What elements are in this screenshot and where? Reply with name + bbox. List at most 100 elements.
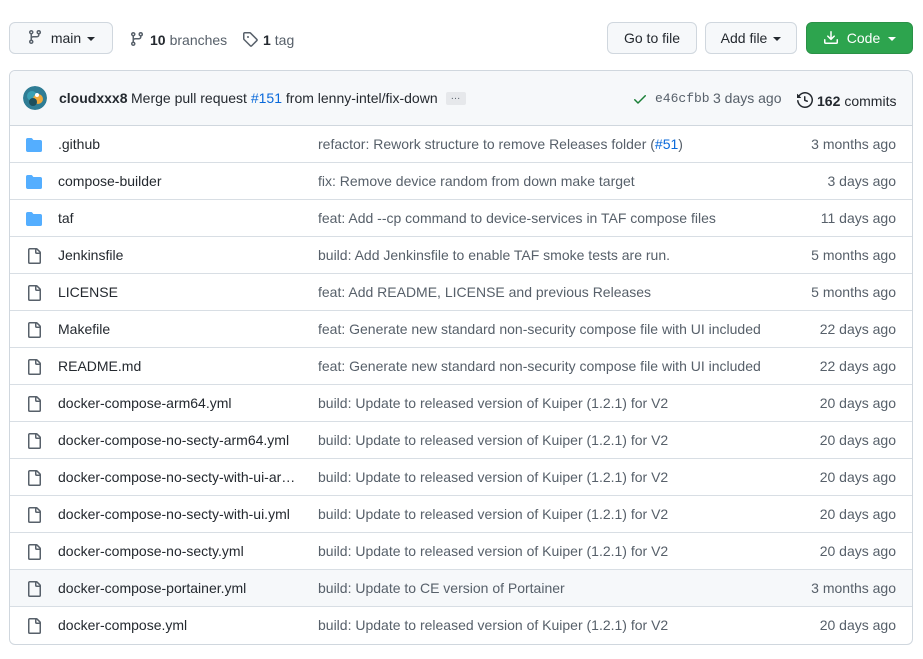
tags-link[interactable]: 1 tag xyxy=(242,29,294,50)
file-name-link[interactable]: taf xyxy=(58,210,298,226)
chevron-down-icon xyxy=(87,36,96,41)
code-button[interactable]: Code xyxy=(806,22,913,54)
file-name-link[interactable]: docker-compose-arm64.yml xyxy=(58,395,298,411)
file-commit-message[interactable]: build: Update to released version of Kui… xyxy=(318,617,668,633)
file-commit-message[interactable]: build: Update to released version of Kui… xyxy=(318,432,668,448)
file-commit-message-tail: ) xyxy=(678,136,683,152)
tag-icon xyxy=(242,31,258,50)
add-file-button[interactable]: Add file xyxy=(705,22,797,54)
file-age: 3 months ago xyxy=(811,136,896,152)
file-age: 22 days ago xyxy=(819,358,896,374)
file-age: 5 months ago xyxy=(811,284,896,300)
file-name-link[interactable]: docker-compose-no-secty-arm64.yml xyxy=(58,432,298,448)
pr-link[interactable]: #151 xyxy=(251,90,282,106)
file-icon xyxy=(26,285,42,304)
ellipsis-icon: … xyxy=(450,90,462,102)
file-row[interactable]: docker-compose-portainer.yml build: Updat… xyxy=(10,570,912,607)
folder-icon xyxy=(26,211,42,230)
file-age: 3 days ago xyxy=(827,173,897,189)
file-age: 20 days ago xyxy=(819,506,896,522)
file-row[interactable]: LICENSE feat: Add README, LICENSE and pre… xyxy=(10,274,912,311)
commit-author[interactable]: cloudxxx8 xyxy=(59,90,127,106)
file-name-link[interactable]: .github xyxy=(58,136,298,152)
file-name-link[interactable]: docker-compose.yml xyxy=(58,617,298,633)
commit-sha[interactable]: e46cfbb xyxy=(655,91,710,106)
file-name-link[interactable]: Jenkinsfile xyxy=(58,247,298,263)
tags-label: tag xyxy=(274,31,295,48)
git-branch-icon xyxy=(129,31,145,50)
file-row[interactable]: Makefile feat: Generate new standard non-… xyxy=(10,311,912,348)
file-row[interactable]: docker-compose.yml build: Update to relea… xyxy=(10,607,912,644)
file-row[interactable]: Jenkinsfile build: Add Jenkinsfile to ena… xyxy=(10,237,912,274)
file-row[interactable]: .github refactor: Rework structure to rem… xyxy=(10,126,912,163)
file-commit-message-text: build: Update to released version of Kui… xyxy=(318,506,669,522)
file-commit-message[interactable]: build: Update to released version of Kui… xyxy=(318,543,668,559)
file-age: 5 months ago xyxy=(811,247,896,263)
history-icon xyxy=(797,91,814,111)
file-commit-message[interactable]: build: Update to CE version of Portainer xyxy=(318,580,565,596)
commit-time: 3 days ago xyxy=(713,90,782,106)
tags-count: 1 xyxy=(263,31,271,48)
file-row[interactable]: compose-builder fix: Remove device random… xyxy=(10,163,912,200)
file-row[interactable]: docker-compose-arm64.yml build: Update to… xyxy=(10,385,912,422)
file-commit-message[interactable]: feat: Generate new standard non-security… xyxy=(318,358,761,374)
file-age: 3 months ago xyxy=(811,580,896,596)
file-age: 20 days ago xyxy=(819,617,896,633)
branches-label: branches xyxy=(169,31,228,48)
file-row[interactable]: docker-compose-no-secty-with-ui.yml build… xyxy=(10,496,912,533)
file-commit-message[interactable]: feat: Add README, LICENSE and previous R… xyxy=(318,284,651,300)
commit-message-suffix: from lenny-intel/fix-down xyxy=(285,90,438,106)
folder-icon xyxy=(26,137,42,156)
expand-commit-message-button[interactable]: … xyxy=(446,90,466,105)
file-name-link[interactable]: README.md xyxy=(58,358,298,374)
file-commit-message[interactable]: feat: Generate new standard non-security… xyxy=(318,321,761,337)
latest-commit-bar: cloudxxx8 Merge pull request #151 from l… xyxy=(10,71,912,126)
file-commit-message-text: build: Update to released version of Kui… xyxy=(318,432,669,448)
git-branch-icon xyxy=(27,29,43,48)
commits-history-link[interactable]: 162 commits xyxy=(797,90,896,111)
file-commit-message-text: feat: Generate new standard non-security… xyxy=(318,321,761,337)
file-name-link[interactable]: docker-compose-no-secty-with-ui.yml xyxy=(58,506,298,522)
file-commit-message-text: build: Update to released version of Kui… xyxy=(318,543,669,559)
file-row[interactable]: taf feat: Add --cp command to device-serv… xyxy=(10,200,912,237)
file-commit-message-text: feat: Add README, LICENSE and previous R… xyxy=(318,284,652,300)
download-icon xyxy=(823,30,839,49)
file-name-link[interactable]: docker-compose-portainer.yml xyxy=(58,580,298,596)
file-commit-message-text: fix: Remove device random from down make… xyxy=(318,173,635,189)
file-commit-message-text: build: Update to released version of Kui… xyxy=(318,395,669,411)
file-age: 20 days ago xyxy=(819,469,896,485)
go-to-file-button[interactable]: Go to file xyxy=(607,22,697,54)
issue-link[interactable]: #51 xyxy=(655,136,678,152)
file-row[interactable]: docker-compose-no-secty-arm64.yml build: … xyxy=(10,422,912,459)
file-commit-message[interactable]: fix: Remove device random from down make… xyxy=(318,173,635,189)
file-commit-message[interactable]: build: Update to released version of Kui… xyxy=(318,506,668,522)
file-commit-message[interactable]: build: Add Jenkinsfile to enable TAF smo… xyxy=(318,247,670,263)
file-commit-message[interactable]: feat: Add --cp command to device-service… xyxy=(318,210,716,226)
file-row[interactable]: docker-compose-no-secty.yml build: Update… xyxy=(10,533,912,570)
go-to-file-label: Go to file xyxy=(623,30,681,46)
file-icon xyxy=(26,433,42,452)
file-name-link[interactable]: docker-compose-no-secty.yml xyxy=(58,543,298,559)
file-icon xyxy=(26,396,42,415)
avatar[interactable] xyxy=(23,86,47,110)
file-commit-message[interactable]: build: Update to released version of Kui… xyxy=(318,469,668,485)
file-commit-message[interactable]: build: Update to released version of Kui… xyxy=(318,395,668,411)
file-age: 11 days ago xyxy=(820,210,896,226)
file-icon xyxy=(26,248,42,267)
commits-count: 162 xyxy=(817,92,841,109)
file-name-link[interactable]: compose-builder xyxy=(58,173,298,189)
file-name-link[interactable]: docker-compose-no-secty-with-ui-ar… xyxy=(58,469,298,485)
chevron-down-icon xyxy=(888,36,897,41)
branches-link[interactable]: 10 branches xyxy=(129,29,227,50)
file-row[interactable]: docker-compose-no-secty-with-ui-ar… build… xyxy=(10,459,912,496)
branch-select-button[interactable]: main xyxy=(9,22,113,54)
commit-message[interactable]: Merge pull request #151 from lenny-intel… xyxy=(131,90,438,106)
file-name-link[interactable]: LICENSE xyxy=(58,284,298,300)
file-commit-message[interactable]: refactor: Rework structure to remove Rel… xyxy=(318,136,683,152)
check-icon[interactable] xyxy=(632,91,648,110)
file-icon xyxy=(26,322,42,341)
file-row[interactable]: README.md feat: Generate new standard non… xyxy=(10,348,912,385)
file-icon xyxy=(26,581,42,600)
file-name-link[interactable]: Makefile xyxy=(58,321,298,337)
file-commit-message-text: build: Update to released version of Kui… xyxy=(318,617,669,633)
